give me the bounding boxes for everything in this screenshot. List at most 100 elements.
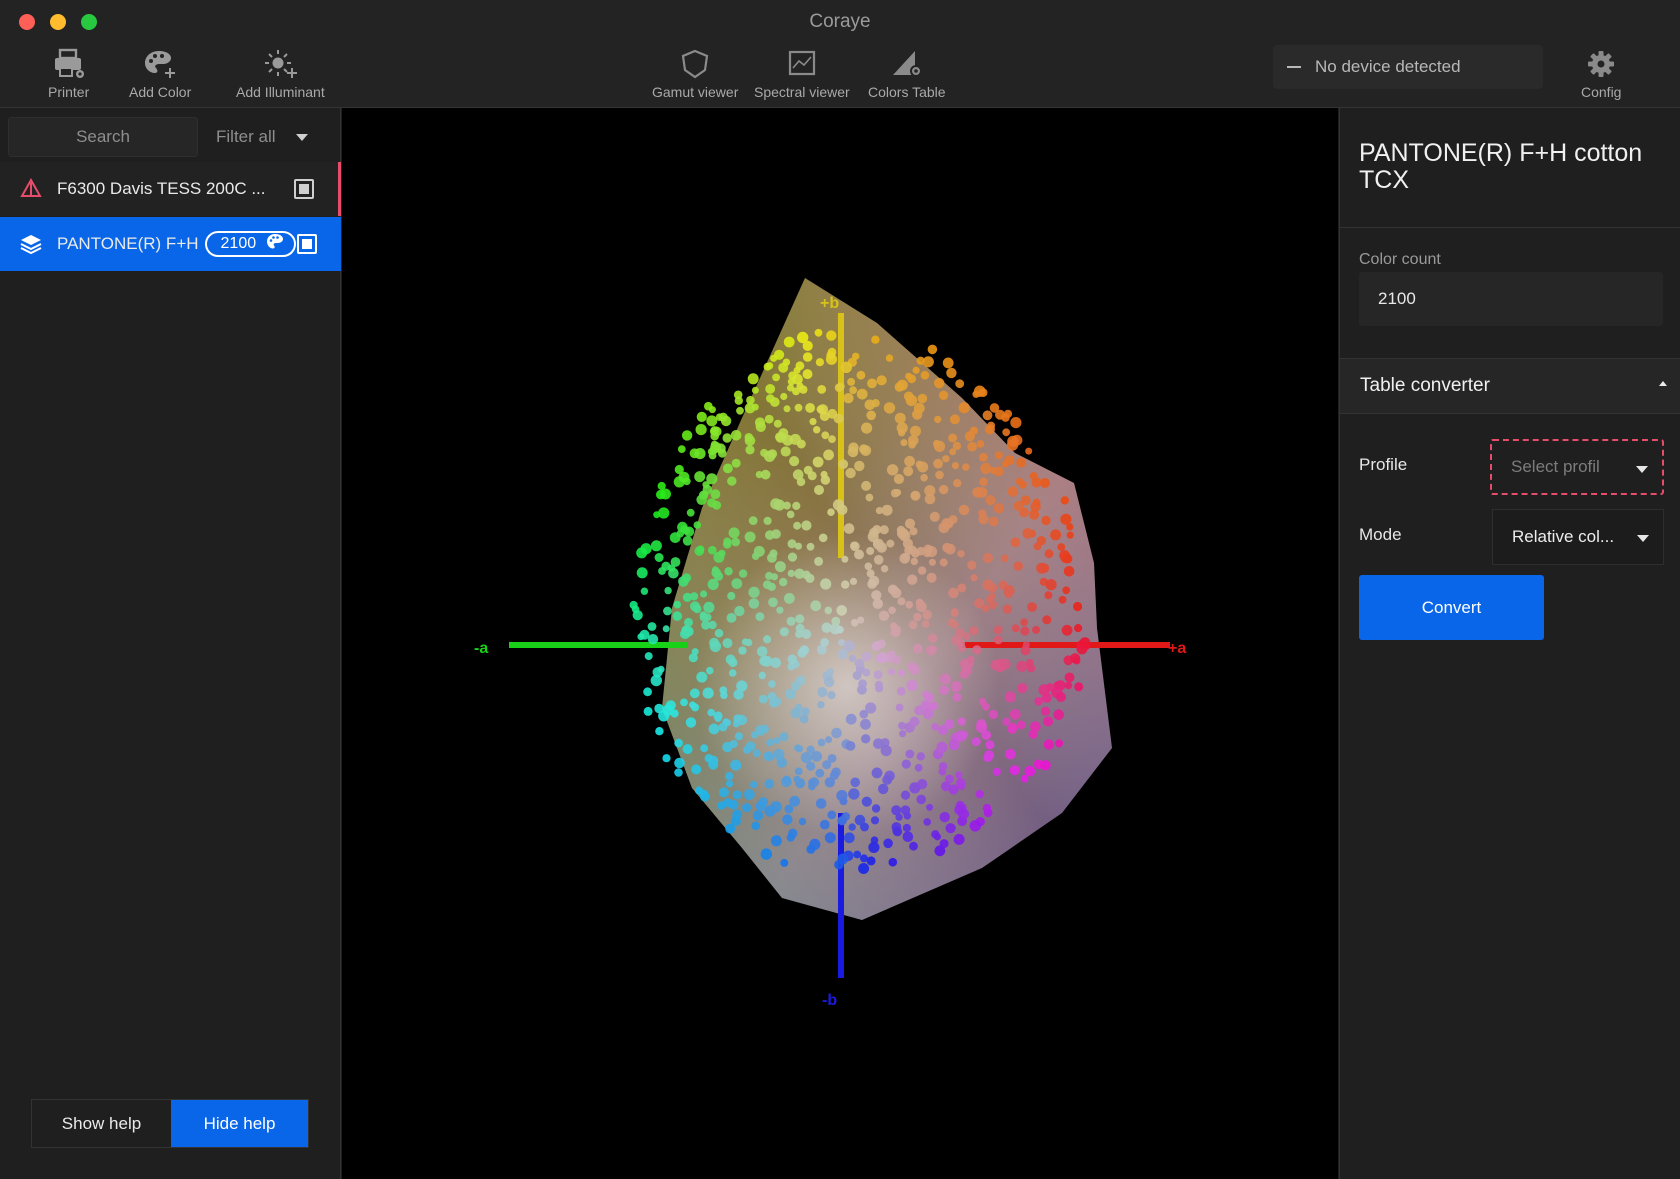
table-converter-section-header[interactable]: Table converter — [1340, 358, 1680, 414]
color-point — [677, 445, 686, 453]
color-point — [990, 659, 1001, 671]
color-point — [907, 574, 918, 585]
color-point — [748, 598, 760, 609]
color-point — [861, 734, 871, 744]
mode-select-value: Relative col... — [1512, 527, 1615, 546]
add-illuminant-button[interactable]: Add Illuminant — [236, 46, 325, 100]
color-point — [748, 586, 760, 598]
color-point — [706, 666, 714, 675]
color-point — [731, 458, 741, 468]
color-point — [707, 578, 719, 590]
color-point — [760, 724, 769, 734]
color-point — [848, 788, 860, 800]
colors-table-button[interactable]: Colors Table — [868, 46, 946, 100]
color-point — [957, 643, 966, 652]
config-button[interactable]: Config — [1581, 46, 1621, 100]
color-point — [711, 426, 722, 437]
color-point — [795, 361, 805, 371]
color-point — [674, 757, 685, 769]
color-point — [762, 580, 772, 590]
show-help-button[interactable]: Show help — [32, 1100, 171, 1147]
color-point — [898, 721, 906, 730]
color-point — [795, 630, 803, 638]
color-point — [694, 471, 706, 483]
color-point — [663, 606, 672, 616]
color-point — [902, 823, 912, 833]
color-point — [837, 648, 849, 660]
color-point — [925, 693, 935, 702]
color-point — [894, 412, 906, 424]
color-point — [711, 566, 719, 574]
color-point — [890, 627, 901, 638]
color-point — [724, 567, 733, 576]
visibility-checkbox[interactable] — [294, 179, 314, 199]
color-point — [799, 385, 808, 394]
color-point — [696, 671, 708, 683]
color-point — [871, 399, 880, 408]
color-point — [1004, 691, 1017, 703]
search-input[interactable]: Search — [8, 117, 198, 157]
color-point — [852, 671, 862, 680]
color-point — [728, 527, 740, 539]
color-point — [957, 583, 967, 593]
color-point — [854, 814, 866, 826]
hide-help-button[interactable]: Hide help — [171, 1100, 308, 1147]
color-point — [873, 670, 883, 680]
color-point — [644, 652, 653, 661]
color-point — [853, 850, 862, 859]
color-point — [694, 786, 704, 795]
printer-button[interactable]: Printer — [48, 46, 89, 100]
color-point — [805, 403, 815, 413]
color-point — [1020, 495, 1031, 506]
color-point — [941, 518, 953, 530]
color-point — [751, 386, 759, 394]
color-point — [876, 542, 887, 553]
add-color-button[interactable]: Add Color — [129, 46, 191, 100]
color-point — [689, 688, 700, 699]
color-point — [718, 549, 726, 558]
color-point — [1055, 739, 1064, 748]
visibility-checkbox[interactable] — [297, 234, 317, 254]
color-point — [988, 516, 999, 527]
color-point — [1010, 417, 1022, 429]
color-point — [1027, 664, 1036, 673]
color-point — [1005, 748, 1016, 760]
color-point — [815, 358, 824, 367]
color-point — [695, 424, 707, 436]
color-point — [926, 803, 934, 811]
color-point — [824, 777, 835, 788]
color-point — [951, 635, 962, 646]
device-status[interactable]: No device detected — [1273, 45, 1543, 89]
color-point — [926, 572, 937, 583]
color-point — [708, 620, 717, 630]
color-point — [897, 429, 906, 437]
gamut-viewer-canvas[interactable]: -a +a +b -b — [342, 108, 1338, 1179]
color-point — [763, 450, 776, 462]
color-point — [871, 767, 883, 779]
mode-select[interactable]: Relative col... — [1492, 509, 1664, 565]
color-point — [751, 552, 760, 560]
color-point — [789, 795, 800, 807]
list-item-pantone[interactable]: PANTONE(R) F+H 2100 — [0, 217, 341, 271]
color-point — [841, 580, 850, 589]
color-point — [755, 421, 766, 432]
profile-select[interactable]: Select profil — [1490, 439, 1664, 495]
color-point — [794, 744, 801, 752]
convert-button[interactable]: Convert — [1359, 575, 1544, 640]
color-point — [1038, 684, 1050, 696]
color-point — [674, 738, 683, 748]
color-point — [799, 714, 809, 724]
color-point — [750, 731, 759, 739]
list-item-printer-profile[interactable]: F6300 Davis TESS 200C ... — [0, 162, 341, 216]
color-point — [744, 402, 756, 414]
color-point — [710, 489, 721, 499]
color-point — [904, 518, 916, 529]
color-count-field: 2100 — [1359, 272, 1663, 326]
color-point — [879, 525, 889, 535]
color-point — [871, 335, 880, 344]
gamut-viewer-button[interactable]: Gamut viewer — [652, 46, 738, 100]
filter-dropdown[interactable]: Filter all — [210, 117, 330, 157]
color-point — [908, 440, 916, 449]
color-point — [838, 459, 849, 470]
spectral-viewer-button[interactable]: Spectral viewer — [754, 46, 850, 100]
